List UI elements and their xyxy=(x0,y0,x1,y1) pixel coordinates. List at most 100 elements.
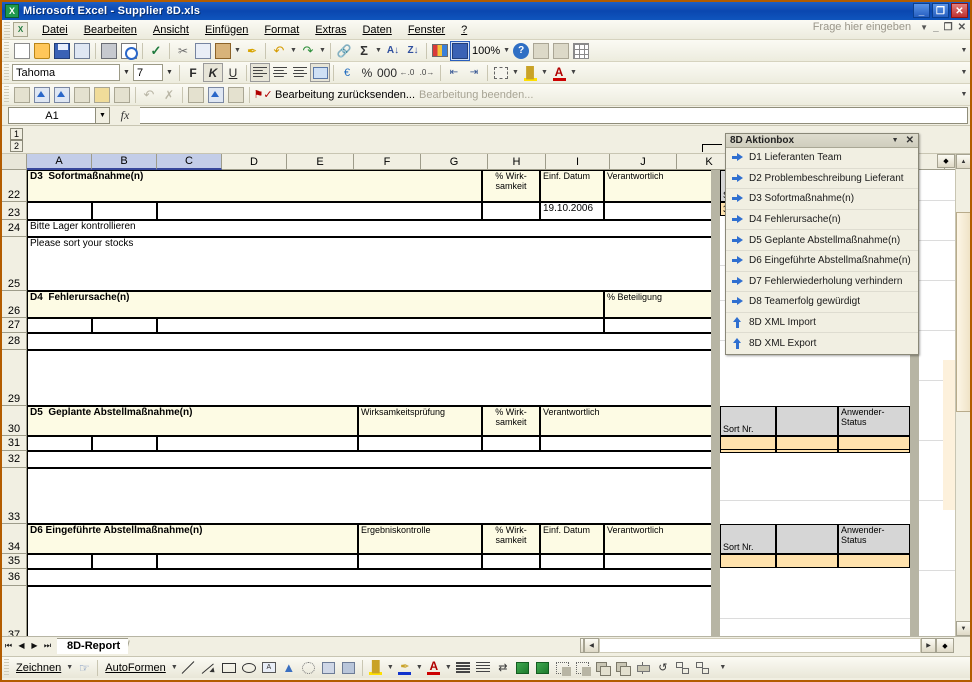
drawing-icon[interactable] xyxy=(450,40,470,61)
borders-button[interactable] xyxy=(491,63,511,82)
cell-d3-wirksamkeit-header[interactable]: % Wirk- samkeit xyxy=(482,170,540,202)
document-close-button[interactable]: ✕ xyxy=(958,22,966,33)
cell-d6-col-b[interactable] xyxy=(92,554,157,569)
first-sheet-button[interactable]: ⏮ xyxy=(2,639,15,653)
column-header-g[interactable]: G xyxy=(421,154,488,170)
close-icon[interactable]: ✕ xyxy=(906,135,914,146)
send-to-back-icon[interactable] xyxy=(613,658,633,678)
drawing-toolbar-overflow[interactable]: ▼ xyxy=(717,658,729,678)
draw-menu-button[interactable]: Zeichnen xyxy=(12,662,65,674)
currency-button[interactable]: € xyxy=(337,63,357,82)
line-style-icon[interactable] xyxy=(453,658,473,678)
redo-icon[interactable]: ↷ xyxy=(298,41,318,61)
draw-menu-dropdown-icon[interactable]: ▼ xyxy=(65,658,74,678)
cell-d3-note-de[interactable]: Bitte Lager kontrollieren xyxy=(27,220,736,237)
arrow-icon[interactable] xyxy=(199,658,219,678)
outline-level-1-button[interactable]: 1 xyxy=(10,128,23,140)
italic-button[interactable]: K xyxy=(203,63,223,82)
scroll-left-button[interactable]: ◀ xyxy=(584,638,599,653)
group-objects-icon[interactable] xyxy=(553,658,573,678)
row-header-28[interactable]: 28 xyxy=(2,333,27,350)
autoshapes-menu-button[interactable]: AutoFormen xyxy=(101,662,170,674)
close-button[interactable]: ✕ xyxy=(951,3,968,18)
cell-d3-einf-datum-header[interactable]: Einf. Datum xyxy=(540,170,604,202)
menu-grip[interactable] xyxy=(4,21,10,38)
send-revision-button[interactable]: Bearbeitung zurücksenden... xyxy=(273,89,417,101)
cell-d6-description[interactable] xyxy=(157,554,358,569)
review-icon[interactable] xyxy=(186,85,206,105)
menu-einfuegen[interactable]: Einfügen xyxy=(197,22,256,38)
save-icon[interactable] xyxy=(52,41,72,61)
font-color-button[interactable]: A xyxy=(549,63,569,82)
open-shared-icon[interactable] xyxy=(32,85,52,105)
row-header-36[interactable]: 36 xyxy=(2,569,27,586)
shadow-style-icon[interactable] xyxy=(513,658,533,678)
anwender-status-value-3[interactable] xyxy=(838,436,910,450)
horizontal-scrollbar[interactable]: ◀ ▶ ◆ xyxy=(580,638,954,653)
document-restore-button[interactable]: ❐ xyxy=(944,22,953,33)
chart-wizard-icon[interactable] xyxy=(430,41,450,61)
insert-function-icon[interactable]: fx xyxy=(110,108,140,123)
aktionbox-item-d7[interactable]: D7 Fehlerwiederholung verhindern xyxy=(726,272,918,293)
cell-d4-freetext[interactable] xyxy=(27,350,736,406)
decrease-indent-button[interactable]: ⇤ xyxy=(444,63,464,82)
cell-d6-col-a[interactable] xyxy=(27,554,92,569)
sheet-tab-8d-report[interactable]: 8D-Report xyxy=(57,637,129,654)
menu-help[interactable]: ? xyxy=(453,22,475,38)
clip-art-icon[interactable] xyxy=(319,658,339,678)
format-painter-icon[interactable]: ✒ xyxy=(242,41,262,61)
merge-cells-button[interactable] xyxy=(310,63,330,82)
anwender-status-header-3[interactable]: Anwender- Status xyxy=(838,406,910,436)
autosum-dropdown-icon[interactable]: ▼ xyxy=(374,41,383,61)
font-color-icon[interactable]: A xyxy=(424,658,444,678)
workgroup-toolbar-overflow[interactable]: ▼ xyxy=(958,85,970,105)
sort-ascending-icon[interactable]: A↓ xyxy=(383,41,403,61)
pane-splitter-vertical[interactable] xyxy=(711,170,720,636)
cell-d6-ergebniskontrolle-header[interactable]: Ergebniskontrolle xyxy=(358,524,482,554)
fill-color-dropdown-icon[interactable]: ▼ xyxy=(540,63,549,83)
new-document-icon[interactable] xyxy=(12,85,32,105)
sort-blank-header-4[interactable] xyxy=(776,524,838,554)
fill-color-button[interactable]: █ xyxy=(520,63,540,82)
refresh-icon[interactable]: ↶ xyxy=(139,85,159,105)
cell-d6-einf-datum-header[interactable]: Einf. Datum xyxy=(540,524,604,554)
sort-nr-value-4[interactable] xyxy=(720,554,776,568)
menu-bearbeiten[interactable]: Bearbeiten xyxy=(76,22,145,38)
formatting-toolbar-overflow[interactable]: ▼ xyxy=(958,63,970,83)
row-header-29[interactable]: 29 xyxy=(2,350,27,406)
workgroup-toolbar-grip[interactable] xyxy=(4,85,9,104)
cell-d6-wirksamkeit-value[interactable] xyxy=(482,554,540,569)
borders-grid-icon[interactable] xyxy=(571,41,591,61)
align-left-button[interactable] xyxy=(250,63,270,82)
diagram-icon[interactable] xyxy=(299,658,319,678)
vertical-scroll-thumb[interactable] xyxy=(956,212,970,412)
send-to-icon[interactable] xyxy=(52,85,72,105)
cell-d4-description[interactable] xyxy=(157,318,604,333)
cell-d5-verantwortlich-header[interactable]: Verantwortlich xyxy=(540,406,736,436)
cell-d5-pruefung-value[interactable] xyxy=(358,436,482,451)
cell-d4-title[interactable]: D4 Fehlerursache(n) xyxy=(27,291,604,318)
vertical-scrollbar[interactable]: ▲ ▼ xyxy=(955,154,970,636)
increase-indent-button[interactable]: ⇥ xyxy=(464,63,484,82)
column-header-h[interactable]: H xyxy=(488,154,546,170)
aktionbox-item-xml-import[interactable]: 8D XML Import xyxy=(726,313,918,334)
percent-button[interactable]: % xyxy=(357,63,377,82)
row-header-34[interactable]: 34 xyxy=(2,524,27,554)
compare-icon[interactable] xyxy=(551,41,571,61)
font-color-dropdown-icon[interactable]: ▼ xyxy=(444,658,453,678)
horizontal-scroll-track[interactable] xyxy=(599,638,921,653)
sort-nr-header-4[interactable]: Sort Nr. xyxy=(720,524,776,554)
connector-alt-icon[interactable] xyxy=(693,658,713,678)
sort-nr-value-3[interactable] xyxy=(720,436,776,450)
menu-daten[interactable]: Daten xyxy=(354,22,399,38)
cell-d5-freetext[interactable] xyxy=(27,468,736,524)
font-size-dropdown-icon[interactable]: ▼ xyxy=(163,64,176,81)
borders-dropdown-icon[interactable]: ▼ xyxy=(511,63,520,83)
row-header-32[interactable]: 32 xyxy=(2,451,27,468)
select-all-button[interactable] xyxy=(2,154,27,170)
cell-d3-wirksamkeit-value[interactable] xyxy=(482,202,540,220)
sort-mid-value-3[interactable] xyxy=(776,436,838,450)
open-icon[interactable] xyxy=(32,41,52,61)
decrease-decimal-button[interactable]: .0→ xyxy=(417,63,437,82)
scroll-up-button[interactable]: ▲ xyxy=(956,154,970,169)
